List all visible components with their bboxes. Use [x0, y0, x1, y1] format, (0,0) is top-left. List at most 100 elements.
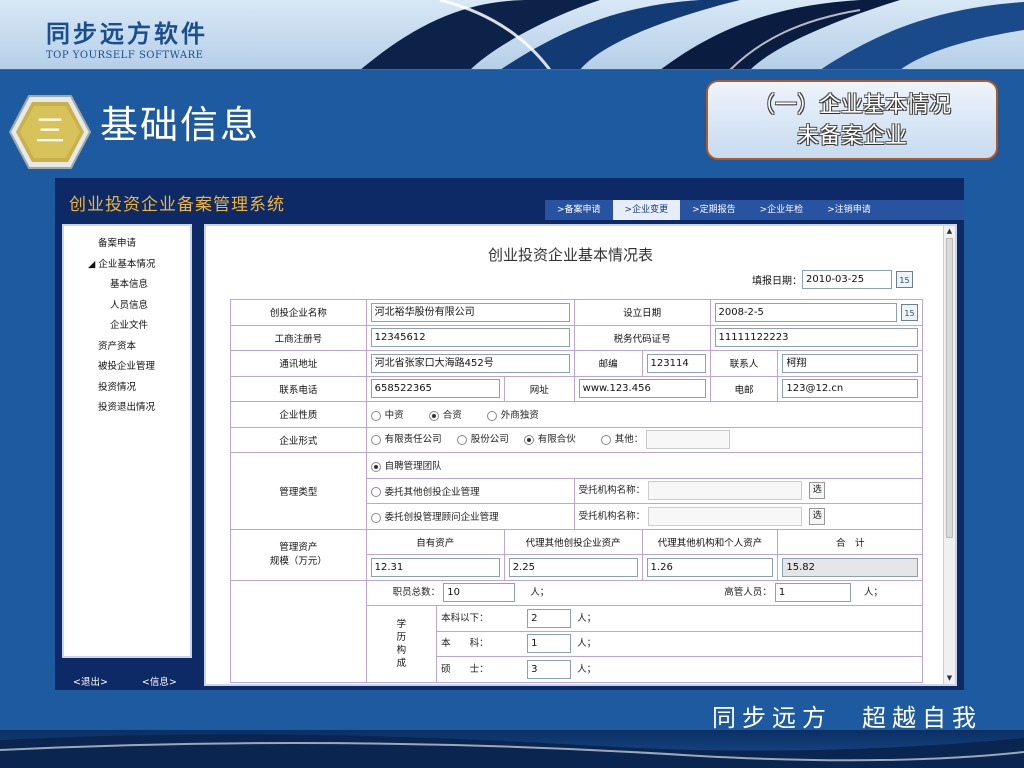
vertical-scrollbar[interactable]: ▲ ▼ — [943, 226, 955, 684]
label-nature: 企业性质 — [230, 401, 367, 428]
edu-row-input[interactable]: 2 — [527, 608, 572, 628]
unit-label: 人； — [863, 587, 883, 599]
fill-date-label: 填报日期： — [752, 276, 802, 287]
label-mgmt-type: 管理类型 — [230, 452, 367, 530]
nav-item-filing[interactable]: >备案申请 — [545, 200, 613, 220]
edu-row-input[interactable]: 3 — [527, 659, 572, 679]
sidebar-item-capital[interactable]: 资产资本 — [64, 337, 190, 358]
zip-input[interactable]: 123114 — [646, 353, 706, 373]
agency-input[interactable] — [648, 481, 803, 501]
scroll-thumb[interactable] — [946, 238, 953, 538]
logout-link[interactable]: <退出> — [73, 674, 108, 688]
label-phone: 联系电话 — [230, 375, 367, 402]
footer-slogan: 同步远方 超越自我 — [712, 704, 982, 732]
email-input[interactable]: 123@12.cn — [782, 379, 918, 399]
label-reg-no: 工商注册号 — [230, 324, 367, 351]
label-zip: 邮编 — [573, 350, 643, 377]
form-option-other[interactable]: 其他： — [600, 434, 643, 445]
address-input[interactable]: 河北省张家口大海路452号 — [370, 353, 570, 373]
fill-date-input[interactable]: 2010-03-25 — [802, 270, 892, 289]
tax-no-input[interactable]: 11111122223 — [714, 328, 918, 348]
phone-input[interactable]: 658522365 — [370, 379, 500, 399]
nav-item-inspection[interactable]: >企业年检 — [748, 200, 816, 220]
edu-row-label: 本 科： — [441, 638, 489, 650]
basic-info-table: 创投企业名称 河北裕华股份有限公司 设立日期 2008-2-5 15 工商注册号 … — [230, 299, 924, 683]
label-website: 网址 — [503, 375, 575, 402]
footer-swirl-decoration — [0, 730, 1024, 768]
sidebar: 备案申请 ◢ 企业基本情况 基本信息 人员信息 企业文件 资产资本 被投企业管理… — [62, 224, 192, 658]
agency-input[interactable] — [648, 506, 803, 526]
asset-header-total: 合 计 — [777, 528, 923, 555]
topic-tag-box: （一）企业基本情况 未备案企业 — [706, 80, 998, 160]
sidebar-item-basic-info-group[interactable]: ◢ 企业基本情况 — [64, 255, 190, 276]
unit-label: 人； — [577, 663, 597, 675]
form-option-lp[interactable]: 有限合伙 — [523, 434, 576, 445]
app-window: 创业投资企业备案管理系统 >备案申请 >企业变更 >定期报告 >企业年检 >注销… — [55, 178, 964, 690]
form-panel: 创业投资企业基本情况表 填报日期： 2010-03-25 15 创投企业名称 河… — [204, 224, 957, 686]
section-number: 三 — [35, 114, 65, 149]
header-divider — [0, 69, 1024, 70]
sidebar-item-basic-info[interactable]: 基本信息 — [64, 275, 190, 296]
select-agency-button[interactable]: 选 — [809, 507, 826, 525]
sidebar-item-investee[interactable]: 被投企业管理 — [64, 357, 190, 378]
scroll-up-icon[interactable]: ▲ — [944, 226, 955, 237]
app-title: 创业投资企业备案管理系统 — [69, 195, 285, 215]
staff-total-input[interactable]: 10 — [443, 583, 516, 603]
topic-tag-line1: （一）企业基本情况 — [752, 93, 951, 118]
form-option-stock[interactable]: 股份公司 — [456, 434, 509, 445]
nature-option-joint[interactable]: 合资 — [428, 410, 462, 421]
reg-no-input[interactable]: 12345612 — [370, 328, 570, 348]
label-setup-date: 设立日期 — [573, 299, 711, 326]
asset-other-vc-input[interactable]: 2.25 — [508, 557, 638, 577]
nav-item-report[interactable]: >定期报告 — [680, 200, 748, 220]
sidebar-item-exit[interactable]: 投资退出情况 — [64, 398, 190, 419]
form-option-llc[interactable]: 有限责任公司 — [370, 434, 442, 445]
agency-label: 受托机构名称： — [578, 510, 646, 522]
nav-item-cancel[interactable]: >注销申请 — [815, 200, 883, 220]
company-logo-en: TOP YOURSELF SOFTWARE — [46, 50, 204, 61]
sidebar-item-personnel[interactable]: 人员信息 — [64, 296, 190, 317]
setup-date-input[interactable]: 2008-2-5 — [714, 302, 897, 322]
nav-item-change[interactable]: >企业变更 — [612, 200, 681, 220]
unit-label: 人； — [577, 612, 597, 624]
asset-total-value: 15.82 — [782, 557, 918, 577]
sidebar-footer: <退出> <信息> — [73, 674, 177, 688]
asset-own-input[interactable]: 12.31 — [370, 557, 500, 577]
sidebar-item-investment[interactable]: 投资情况 — [64, 378, 190, 399]
sidebar-item-filing[interactable]: 备案申请 — [64, 234, 190, 255]
label-address: 通讯地址 — [230, 350, 367, 377]
mgmt-option-self[interactable]: 自聘管理团队 — [365, 452, 924, 479]
website-input[interactable]: www.123.456 — [578, 379, 706, 399]
staff-label-cell — [230, 579, 367, 683]
senior-label: 高管人员： — [724, 587, 772, 599]
info-link[interactable]: <信息> — [142, 674, 177, 688]
scroll-down-icon[interactable]: ▼ — [944, 673, 955, 684]
section-title: 基础信息 — [100, 103, 261, 147]
contact-input[interactable]: 柯翔 — [782, 353, 918, 373]
nature-radio-group: 中资 合资 外商独资 — [365, 401, 924, 428]
form-other-input[interactable] — [646, 430, 731, 450]
label-form: 企业形式 — [230, 426, 367, 453]
section-heading: 三 基础信息 — [8, 92, 328, 172]
staff-total-label: 职员总数： — [392, 587, 441, 599]
slide-header: 同步远方软件 TOP YOURSELF SOFTWARE — [0, 0, 1024, 70]
calendar-icon[interactable]: 15 — [901, 303, 918, 321]
agency-label: 受托机构名称： — [578, 485, 646, 497]
top-nav: >备案申请 >企业变更 >定期报告 >企业年检 >注销申请 — [545, 200, 964, 220]
mgmt-option-advisor[interactable]: 委托创投管理顾问企业管理 — [365, 503, 575, 530]
nature-option-domestic[interactable]: 中资 — [370, 410, 404, 421]
asset-other-org-input[interactable]: 1.26 — [646, 557, 774, 577]
nature-option-foreign[interactable]: 外商独资 — [486, 410, 539, 421]
mgmt-option-other-vc[interactable]: 委托其他创投企业管理 — [365, 477, 575, 504]
edu-label: 学历构成 — [365, 605, 438, 683]
company-name-input[interactable]: 河北裕华股份有限公司 — [370, 302, 570, 322]
edu-row-input[interactable]: 1 — [527, 634, 572, 654]
edu-row-label: 硕 士： — [441, 663, 489, 675]
sidebar-item-documents[interactable]: 企业文件 — [64, 316, 190, 337]
calendar-icon[interactable]: 15 — [896, 271, 913, 288]
unit-label: 人； — [530, 587, 550, 599]
form-title: 创业投资企业基本情况表 — [488, 246, 654, 264]
senior-input[interactable]: 1 — [774, 583, 851, 603]
asset-header-other-vc: 代理其他创投企业资产 — [503, 528, 643, 555]
select-agency-button[interactable]: 选 — [809, 482, 826, 500]
